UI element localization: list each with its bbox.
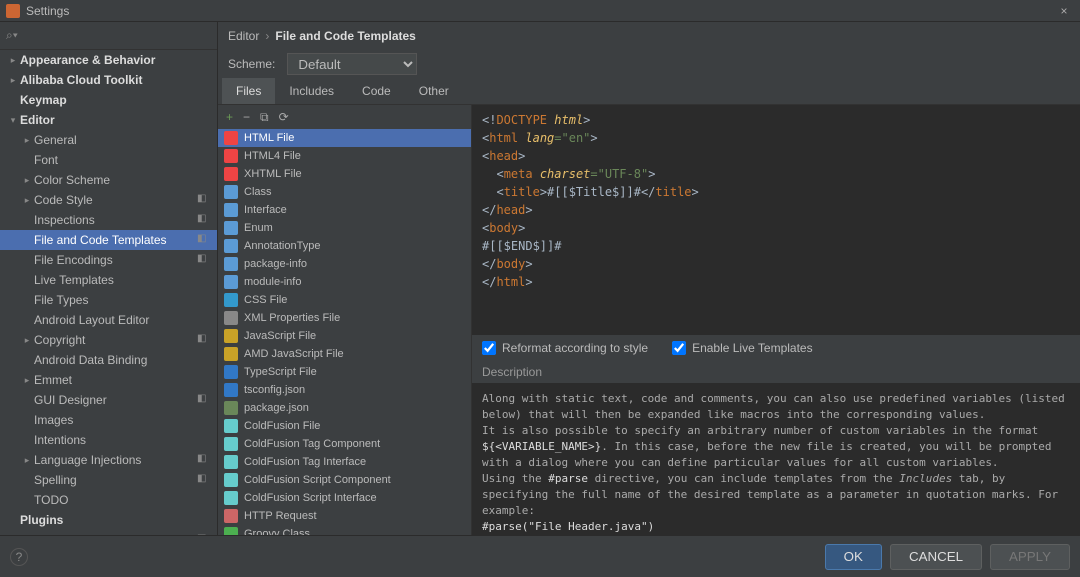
- template-row[interactable]: ColdFusion Script Component: [218, 471, 471, 489]
- sidebar-item[interactable]: Images: [0, 410, 217, 430]
- template-row[interactable]: TypeScript File: [218, 363, 471, 381]
- sidebar-item[interactable]: File Encodings◧: [0, 250, 217, 270]
- template-row[interactable]: XML Properties File: [218, 309, 471, 327]
- reformat-checkbox[interactable]: Reformat according to style: [482, 341, 648, 355]
- tab-other[interactable]: Other: [405, 78, 463, 104]
- sidebar-item[interactable]: Inspections◧: [0, 210, 217, 230]
- template-row[interactable]: HTML File: [218, 129, 471, 147]
- sidebar-item[interactable]: ▸Code Style◧: [0, 190, 217, 210]
- copy-icon[interactable]: ⧉: [260, 110, 269, 125]
- breadcrumb-root[interactable]: Editor: [228, 29, 259, 43]
- sidebar-item[interactable]: File Types: [0, 290, 217, 310]
- template-editor[interactable]: <!DOCTYPE html> <html lang="en"> <head> …: [472, 105, 1080, 335]
- template-tabs: Files Includes Code Other: [218, 78, 1080, 105]
- apply-button[interactable]: APPLY: [990, 544, 1070, 570]
- template-row[interactable]: Groovy Class: [218, 525, 471, 535]
- sidebar-item[interactable]: GUI Designer◧: [0, 390, 217, 410]
- template-row[interactable]: tsconfig.json: [218, 381, 471, 399]
- button-bar: ? OK CANCEL APPLY: [0, 535, 1080, 577]
- breadcrumb-current: File and Code Templates: [275, 29, 415, 43]
- sidebar-item[interactable]: ▸Emmet: [0, 370, 217, 390]
- titlebar: Settings ×: [0, 0, 1080, 22]
- template-row[interactable]: HTTP Request: [218, 507, 471, 525]
- template-row[interactable]: ColdFusion File: [218, 417, 471, 435]
- settings-sidebar: ⌕▾ ▸Appearance & Behavior▸Alibaba Cloud …: [0, 22, 218, 535]
- tab-includes[interactable]: Includes: [275, 78, 348, 104]
- template-row[interactable]: CSS File: [218, 291, 471, 309]
- template-row[interactable]: Class: [218, 183, 471, 201]
- sidebar-item[interactable]: ▸Copyright◧: [0, 330, 217, 350]
- add-icon[interactable]: +: [226, 110, 233, 124]
- breadcrumb-sep: ›: [265, 29, 269, 43]
- sidebar-item[interactable]: Spelling◧: [0, 470, 217, 490]
- right-panel: <!DOCTYPE html> <html lang="en"> <head> …: [472, 105, 1080, 535]
- sidebar-item[interactable]: ▸Appearance & Behavior: [0, 50, 217, 70]
- sidebar-item[interactable]: Intentions: [0, 430, 217, 450]
- description-area: Along with static text, code and comment…: [472, 383, 1080, 535]
- sidebar-item[interactable]: ▸Version Control◧: [0, 530, 217, 535]
- sidebar-item[interactable]: TODO: [0, 490, 217, 510]
- template-row[interactable]: JavaScript File: [218, 327, 471, 345]
- sidebar-item[interactable]: ▸Alibaba Cloud Toolkit: [0, 70, 217, 90]
- template-row[interactable]: ColdFusion Script Interface: [218, 489, 471, 507]
- sidebar-item[interactable]: Android Layout Editor: [0, 310, 217, 330]
- reset-icon[interactable]: ⟳: [279, 110, 289, 124]
- cancel-button[interactable]: CANCEL: [890, 544, 982, 570]
- sidebar-item[interactable]: ▸Language Injections◧: [0, 450, 217, 470]
- template-row[interactable]: ColdFusion Tag Interface: [218, 453, 471, 471]
- sidebar-item[interactable]: Plugins: [0, 510, 217, 530]
- template-row[interactable]: AMD JavaScript File: [218, 345, 471, 363]
- sidebar-item[interactable]: ▸General: [0, 130, 217, 150]
- sidebar-item[interactable]: ▸Color Scheme: [0, 170, 217, 190]
- app-icon: [6, 4, 20, 18]
- sidebar-item[interactable]: Live Templates: [0, 270, 217, 290]
- remove-icon[interactable]: −: [243, 110, 250, 124]
- template-row[interactable]: ColdFusion Tag Component: [218, 435, 471, 453]
- tab-code[interactable]: Code: [348, 78, 405, 104]
- window-title: Settings: [26, 4, 69, 18]
- template-row[interactable]: module-info: [218, 273, 471, 291]
- template-panel: + − ⧉ ⟳ HTML FileHTML4 FileXHTML FileCla…: [218, 105, 472, 535]
- ok-button[interactable]: OK: [825, 544, 882, 570]
- live-templates-checkbox[interactable]: Enable Live Templates: [672, 341, 813, 355]
- scheme-label: Scheme:: [228, 57, 275, 71]
- template-row[interactable]: package-info: [218, 255, 471, 273]
- template-list: HTML FileHTML4 FileXHTML FileClassInterf…: [218, 129, 471, 535]
- sidebar-search[interactable]: ⌕▾: [0, 22, 217, 50]
- checkbox-row: Reformat according to style Enable Live …: [472, 335, 1080, 361]
- template-row[interactable]: HTML4 File: [218, 147, 471, 165]
- breadcrumb: Editor › File and Code Templates: [218, 22, 1080, 50]
- template-row[interactable]: Enum: [218, 219, 471, 237]
- sidebar-item[interactable]: Keymap: [0, 90, 217, 110]
- sidebar-item[interactable]: File and Code Templates◧: [0, 230, 217, 250]
- description-label: Description: [472, 361, 1080, 383]
- template-row[interactable]: Interface: [218, 201, 471, 219]
- scheme-row: Scheme: Default: [218, 50, 1080, 78]
- template-row[interactable]: package.json: [218, 399, 471, 417]
- close-icon[interactable]: ×: [1054, 4, 1074, 18]
- template-toolbar: + − ⧉ ⟳: [218, 105, 471, 129]
- search-icon: ⌕▾: [6, 28, 18, 43]
- template-row[interactable]: AnnotationType: [218, 237, 471, 255]
- help-button[interactable]: ?: [10, 548, 28, 566]
- content-panel: Editor › File and Code Templates Scheme:…: [218, 22, 1080, 535]
- sidebar-item[interactable]: ▾Editor: [0, 110, 217, 130]
- sidebar-item[interactable]: Android Data Binding: [0, 350, 217, 370]
- template-row[interactable]: XHTML File: [218, 165, 471, 183]
- sidebar-item[interactable]: Font: [0, 150, 217, 170]
- tab-files[interactable]: Files: [222, 78, 275, 104]
- settings-tree: ▸Appearance & Behavior▸Alibaba Cloud Too…: [0, 50, 217, 535]
- scheme-select[interactable]: Default: [287, 53, 417, 75]
